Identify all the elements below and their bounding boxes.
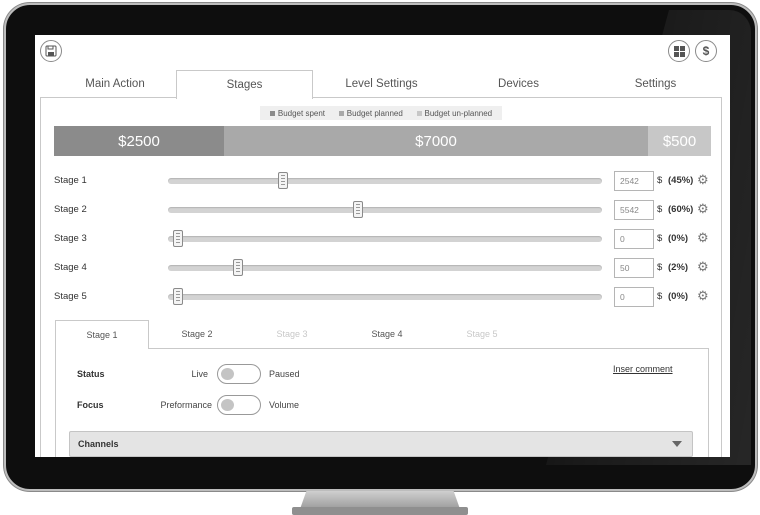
tab-settings[interactable]: Settings [587,70,724,98]
tab-main-action[interactable]: Main Action [40,70,190,98]
stage-row: Stage 1 2542 $ (45%) ⚙ [54,171,714,193]
gear-icon[interactable]: ⚙ [697,289,709,302]
legend-label: Budget planned [346,108,403,118]
status-live-label: Live [191,369,208,379]
gear-icon[interactable]: ⚙ [697,260,709,273]
legend-label: Budget un-planned [424,108,493,118]
channels-label: Channels [78,439,119,449]
gear-icon[interactable]: ⚙ [697,202,709,215]
status-toggle[interactable] [217,364,261,384]
legend-label: Budget spent [277,108,326,118]
save-button[interactable] [40,40,62,62]
budget-spent-segment: $2500 [54,126,224,156]
stage-label: Stage 1 [54,175,87,186]
toggle-knob [221,399,234,411]
stage-slider-thumb[interactable] [278,172,288,189]
stage-slider-thumb[interactable] [172,288,183,305]
insert-comment-link[interactable]: Inser comment [613,364,673,374]
stage-slider-track[interactable] [168,230,602,247]
tab-stage-5: Stage 5 [466,329,498,339]
stage-row: Stage 4 50 $ (2%) ⚙ [54,258,714,280]
stage-slider-thumb[interactable] [233,259,244,276]
legend-swatch-spent [269,110,275,116]
channels-accordion[interactable]: Channels [69,431,693,457]
grid-icon [673,45,685,57]
gear-icon[interactable]: ⚙ [697,173,709,186]
stage-percent: (60%) [668,204,694,215]
app-screen: $ Main Action Stages Level Settings Devi… [35,35,730,457]
stage-label: Stage 2 [54,204,87,215]
status-paused-label: Paused [269,369,300,379]
legend-swatch-unplanned [416,110,422,116]
stage-slider-thumb[interactable] [172,230,183,247]
monitor-stand-base [292,507,468,515]
toggle-knob [221,368,234,380]
currency-symbol: $ [657,262,663,273]
stage-row: Stage 3 0 $ (0%) ⚙ [54,229,714,251]
tab-stage-3: Stage 3 [276,329,308,339]
stage-tabs: Stage 1 Stage 2 Stage 3 Stage 4 Stage 5 [55,320,710,349]
stage-percent: (2%) [668,262,689,273]
stage-label: Stage 5 [54,291,87,302]
legend-item-planned: Budget planned [338,108,403,118]
stage-slider-track[interactable] [168,259,602,276]
focus-performance-label: Preformance [160,400,212,410]
stage-slider-track[interactable] [168,172,602,189]
stage-row: Stage 5 0 $ (0%) ⚙ [54,287,714,309]
focus-volume-label: Volume [269,400,300,410]
gear-icon[interactable]: ⚙ [697,231,709,244]
legend-item-unplanned: Budget un-planned [416,108,493,118]
stage-percent: (0%) [668,291,689,302]
stage-amount-input[interactable]: 0 [614,287,654,307]
save-icon [45,45,57,57]
legend-item-spent: Budget spent [269,108,326,118]
tab-devices[interactable]: Devices [450,70,587,98]
stage-percent: (45%) [668,175,694,186]
budget-unplanned-segment: $500 [648,126,711,156]
currency-button[interactable]: $ [695,40,717,62]
tab-level-settings[interactable]: Level Settings [313,70,450,98]
focus-label: Focus [77,400,104,410]
currency-symbol: $ [657,175,663,186]
tab-stage-4[interactable]: Stage 4 [340,320,434,348]
currency-symbol: $ [657,204,663,215]
stage-amount-input[interactable]: 2542 [614,171,654,191]
tab-stage-2[interactable]: Stage 2 [150,320,244,348]
stage-slider-thumb[interactable] [352,201,363,218]
chevron-down-icon[interactable] [672,441,682,447]
tab-stages[interactable]: Stages [176,70,313,99]
stage-slider-track[interactable] [168,288,602,305]
legend-swatch-planned [338,110,344,116]
budget-planned-segment: $7000 [224,126,648,156]
stage-amount-input[interactable]: 0 [614,229,654,249]
stage-label: Stage 3 [54,233,87,244]
dollar-icon: $ [702,44,710,58]
stage-amount-input[interactable]: 50 [614,258,654,278]
stage-label: Stage 4 [54,262,87,273]
focus-toggle[interactable] [217,395,261,415]
stage-slider-track[interactable] [168,201,602,218]
budget-grid-button[interactable] [668,40,690,62]
tab-stage-1[interactable]: Stage 1 [55,320,149,349]
stage-row: Stage 2 5542 $ (60%) ⚙ [54,200,714,222]
stage-amount-input[interactable]: 5542 [614,200,654,220]
status-label: Status [77,369,105,379]
currency-symbol: $ [657,233,663,244]
stage-percent: (0%) [668,233,689,244]
currency-symbol: $ [657,291,663,302]
main-tabs: Main Action Stages Level Settings Device… [40,70,726,99]
budget-bar: $2500 $7000 $500 [54,126,711,156]
budget-legend: Budget spent Budget planned Budget un-pl… [260,106,502,120]
